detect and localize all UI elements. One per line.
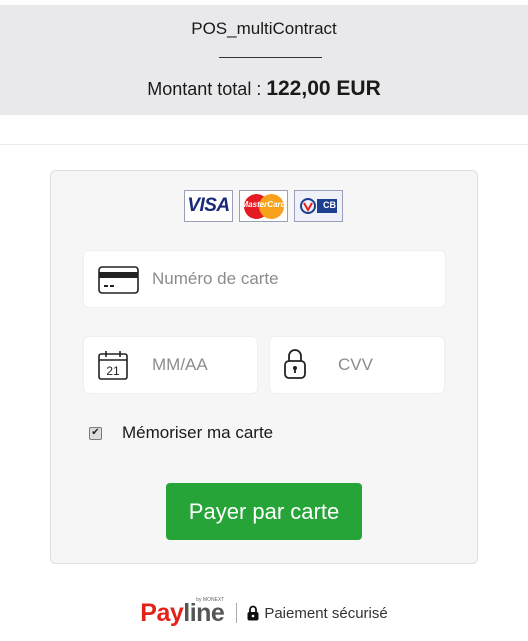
total-label: Montant total :: [147, 79, 267, 99]
secure-payment-note: Paiement sécurisé: [247, 604, 388, 622]
section-divider: [0, 144, 528, 145]
padlock-icon: [284, 349, 306, 379]
card-number-input[interactable]: [152, 267, 432, 291]
total-amount-line: Montant total : 122,00 EUR: [0, 77, 528, 101]
card-brand-logos: VISA MasterCard CB: [184, 190, 343, 222]
order-summary-header: POS_multiContract Montant total : 122,00…: [0, 5, 528, 115]
secure-payment-text: Paiement sécurisé: [264, 604, 388, 622]
card-icon: [98, 266, 139, 294]
merchant-name: POS_multiContract: [191, 19, 337, 38]
cb-logo-text: CB: [323, 200, 336, 210]
remember-card-label[interactable]: Mémoriser ma carte: [122, 423, 273, 443]
visa-logo-text: VISA: [187, 195, 230, 216]
payment-form: VISA MasterCard CB Numéro de carte 21 MM…: [50, 170, 478, 564]
payline-logo-pay: Pay: [140, 598, 184, 627]
calendar-icon-day: 21: [106, 364, 120, 378]
mastercard-logo-text: MasterCard: [241, 200, 286, 209]
mastercard-logo: MasterCard: [239, 190, 288, 222]
cb-logo: CB: [294, 190, 343, 222]
pay-by-card-button[interactable]: Payer par carte: [166, 483, 362, 540]
cvv-input[interactable]: [338, 353, 438, 377]
payline-logo: Pay line by MONEXT: [140, 596, 225, 628]
expiry-field[interactable]: 21: [83, 336, 258, 394]
payline-logo-line: line: [183, 598, 225, 627]
total-amount: 122,00 EUR: [266, 77, 381, 100]
checkmark-icon: ✔: [91, 427, 100, 438]
payline-logo-sub: by MONEXT: [196, 596, 225, 603]
cvv-field[interactable]: [269, 336, 445, 394]
header-divider: [219, 57, 322, 58]
expiry-input[interactable]: [152, 353, 252, 377]
footer: Pay line by MONEXT Paiement sécurisé: [0, 596, 528, 628]
lock-icon: [247, 605, 259, 621]
visa-logo: VISA: [184, 190, 233, 222]
calendar-icon: 21: [98, 351, 128, 380]
card-number-field[interactable]: [83, 250, 446, 308]
footer-separator: [236, 603, 238, 623]
remember-card-option[interactable]: ✔ Mémoriser ma carte: [89, 423, 273, 443]
remember-card-checkbox[interactable]: ✔: [89, 426, 102, 440]
